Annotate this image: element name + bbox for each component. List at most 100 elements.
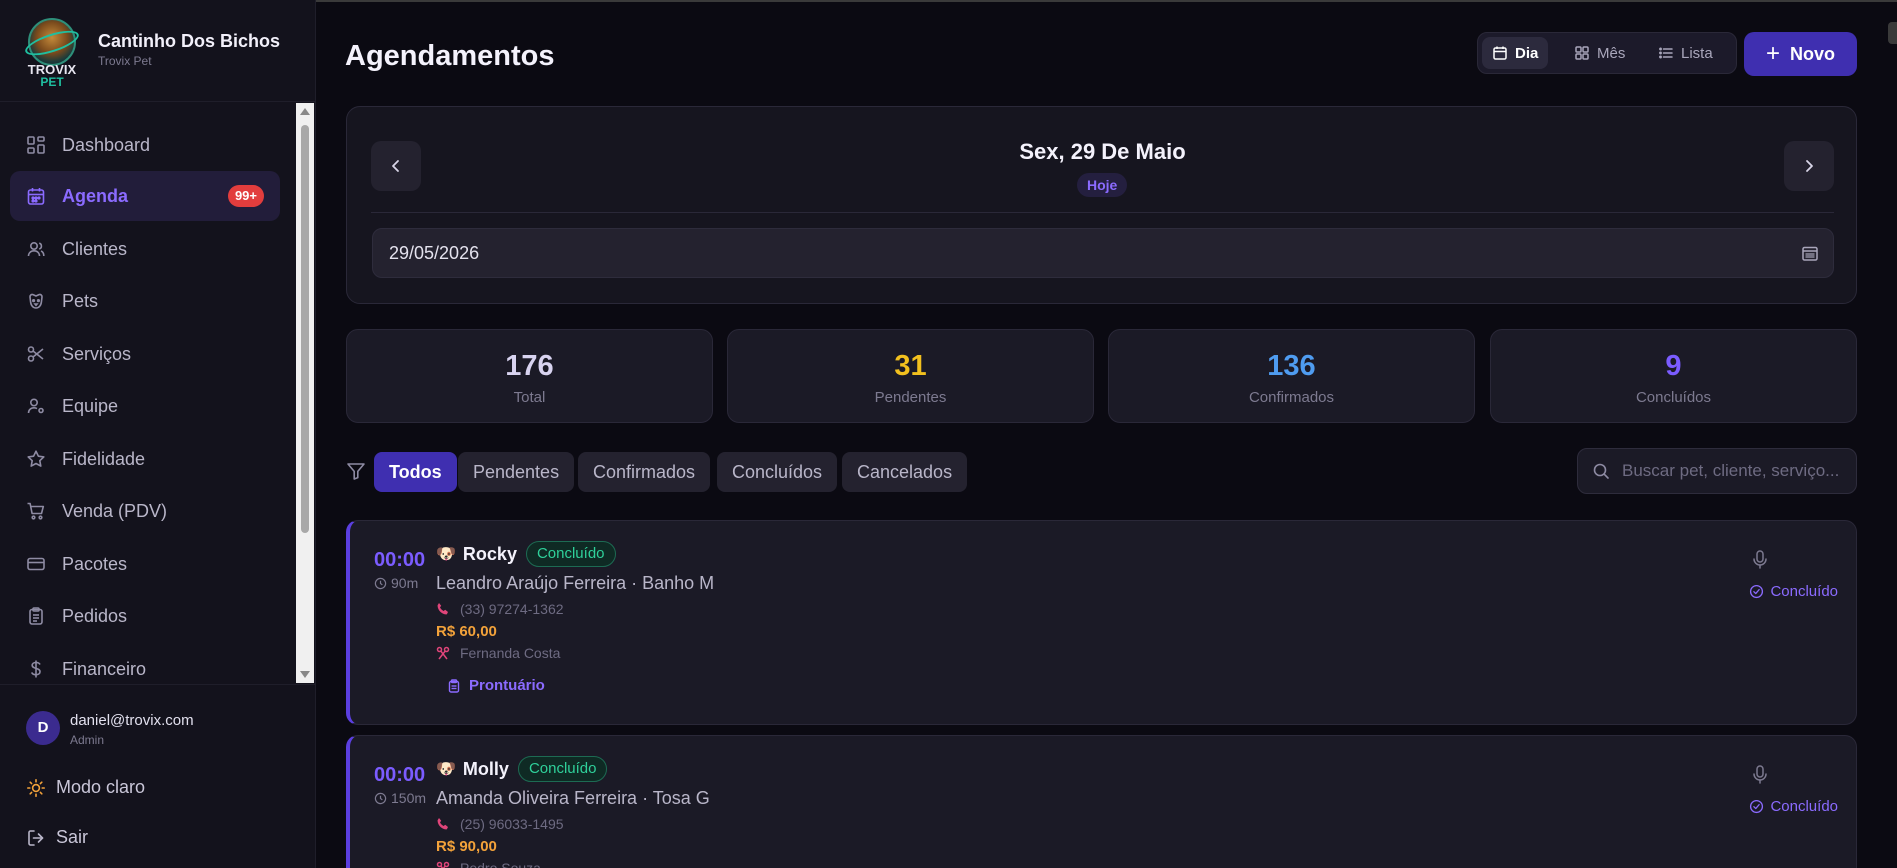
- sidebar-item-dashboard[interactable]: Dashboard: [10, 120, 280, 170]
- assigned-staff: Fernanda Costa: [436, 645, 560, 661]
- scroll-down-arrow[interactable]: [300, 671, 310, 678]
- scroll-thumb[interactable]: [301, 125, 309, 533]
- microphone-icon[interactable]: [1752, 764, 1768, 786]
- star-icon: [26, 449, 46, 469]
- sidebar-item-venda-pdv[interactable]: Venda (PDV): [10, 486, 280, 536]
- appointment-card[interactable]: 00:00 90m 🐶 Rocky Concluído Leandro Araú…: [346, 520, 1857, 725]
- filter-chip-todos[interactable]: Todos: [374, 452, 457, 492]
- grid-icon: [1574, 45, 1590, 61]
- clock-icon: [374, 577, 387, 590]
- date-divider: [371, 212, 1834, 213]
- appointment-time: 00:00: [374, 549, 426, 571]
- medical-record-link[interactable]: Prontuário: [447, 677, 545, 694]
- completed-status: Concluído: [1749, 798, 1838, 815]
- today-badge: Hoje: [1077, 173, 1128, 197]
- logout-button[interactable]: Sair: [26, 827, 88, 848]
- pet-name: Rocky: [462, 543, 517, 564]
- chevron-right-icon: [1800, 157, 1818, 175]
- brand-header: TROVIX PET Cantinho Dos Bichos Trovix Pe…: [0, 0, 316, 102]
- view-list-button[interactable]: Lista: [1648, 37, 1723, 69]
- calendar-icon: [1492, 45, 1508, 61]
- appointment-duration: 90m: [374, 575, 418, 591]
- sidebar-item-servicos[interactable]: Serviços: [10, 329, 280, 379]
- stat-label: Total: [513, 389, 546, 406]
- avatar[interactable]: D: [26, 711, 60, 745]
- sidebar-item-label: Pedidos: [62, 605, 128, 626]
- sidebar-item-label: Clientes: [62, 238, 128, 259]
- sun-icon: [26, 778, 46, 798]
- date-navigator: Sex, 29 De Maio Hoje 29/05/2026: [346, 106, 1857, 304]
- scissors-icon: [436, 646, 450, 660]
- date-input[interactable]: 29/05/2026: [372, 228, 1834, 278]
- sidebar-item-fidelidade[interactable]: Fidelidade: [10, 434, 280, 484]
- sidebar-scrollbar[interactable]: [296, 103, 314, 683]
- sidebar-item-label: Financeiro: [62, 658, 147, 679]
- sidebar-item-label: Pets: [62, 290, 99, 311]
- appointment-price: R$ 60,00: [436, 623, 497, 640]
- sidebar-item-label: Agenda: [62, 185, 129, 206]
- plus-icon: +: [1765, 40, 1780, 67]
- filter-chip-confirmados[interactable]: Confirmados: [578, 452, 711, 492]
- stat-value: 31: [894, 350, 927, 382]
- sidebar-item-clientes[interactable]: Clientes: [10, 224, 280, 274]
- staff-name: Fernanda Costa: [460, 645, 561, 661]
- check-circle-icon: [1749, 799, 1764, 814]
- pet-row: 🐶 Rocky Concluído: [436, 541, 616, 567]
- client-phone[interactable]: (25) 96033-1495: [436, 816, 564, 832]
- stat-value: 176: [505, 350, 554, 382]
- sidebar-item-agenda[interactable]: Agenda 99+: [10, 171, 280, 221]
- clipboard-icon: [26, 606, 46, 626]
- dollar-icon: [26, 659, 46, 679]
- assigned-staff: Pedro Souza: [436, 860, 541, 868]
- view-switcher: Dia Mês Lista: [1477, 32, 1737, 74]
- window-resize-handle[interactable]: [1888, 22, 1897, 44]
- stat-pendentes: 31 Pendentes: [727, 329, 1094, 423]
- user-cog-icon: [26, 396, 46, 416]
- medical-record-label: Prontuário: [469, 677, 545, 694]
- client-phone[interactable]: (33) 97274-1362: [436, 601, 564, 617]
- new-appointment-button[interactable]: + Novo: [1744, 32, 1857, 76]
- stat-confirmados: 136 Confirmados: [1108, 329, 1475, 423]
- filter-chip-concluidos[interactable]: Concluídos: [717, 452, 838, 492]
- theme-toggle-button[interactable]: Modo claro: [26, 777, 145, 798]
- calendar-picker-icon[interactable]: [1801, 244, 1819, 262]
- clock-icon: [374, 792, 387, 805]
- filter-icon: [346, 461, 366, 481]
- sidebar-item-pedidos[interactable]: Pedidos: [10, 591, 280, 641]
- stat-label: Confirmados: [1248, 389, 1335, 406]
- user-area: D daniel@trovix.com Admin Modo claro Sai…: [0, 684, 316, 868]
- sidebar-item-label: Serviços: [62, 343, 132, 364]
- filter-chip-cancelados[interactable]: Cancelados: [842, 452, 968, 492]
- date-input-value: 29/05/2026: [389, 243, 480, 263]
- filter-chip-pendentes[interactable]: Pendentes: [458, 452, 575, 492]
- next-day-button[interactable]: [1784, 141, 1834, 191]
- logout-icon: [26, 828, 46, 848]
- brand-name: Cantinho Dos Bichos: [98, 31, 281, 51]
- search-input[interactable]: [1622, 449, 1850, 493]
- completed-label: Concluído: [1770, 798, 1838, 815]
- sidebar-item-pets[interactable]: Pets: [10, 276, 280, 326]
- brand-subtitle: Trovix Pet: [98, 54, 152, 68]
- sidebar-item-equipe[interactable]: Equipe: [10, 381, 280, 431]
- sidebar-item-financeiro[interactable]: Financeiro: [10, 644, 280, 683]
- view-day-button[interactable]: Dia: [1482, 37, 1549, 69]
- scroll-up-arrow[interactable]: [300, 108, 310, 115]
- phone-icon: [436, 817, 450, 831]
- view-month-button[interactable]: Mês: [1564, 37, 1635, 69]
- microphone-icon[interactable]: [1752, 549, 1768, 571]
- sidebar-item-label: Pacotes: [62, 553, 128, 574]
- stat-value: 9: [1665, 350, 1682, 382]
- stat-label: Concluídos: [1635, 389, 1712, 406]
- main-content: Agendamentos Dia Mês Lista + Novo Sex, 2…: [317, 0, 1897, 868]
- sidebar-item-pacotes[interactable]: Pacotes: [10, 539, 280, 589]
- pet-name: Molly: [462, 758, 509, 779]
- appointment-card[interactable]: 00:00 150m 🐶 Molly Concluído Amanda Oliv…: [346, 735, 1857, 868]
- status-badge: Concluído: [517, 756, 608, 782]
- phone-icon: [436, 602, 450, 616]
- scissors-icon: [436, 861, 450, 868]
- search-box: [1577, 448, 1857, 494]
- view-list-label: Lista: [1681, 44, 1713, 62]
- users-icon: [26, 239, 46, 259]
- appointment-duration: 150m: [374, 790, 426, 806]
- calendar-icon: [26, 186, 46, 206]
